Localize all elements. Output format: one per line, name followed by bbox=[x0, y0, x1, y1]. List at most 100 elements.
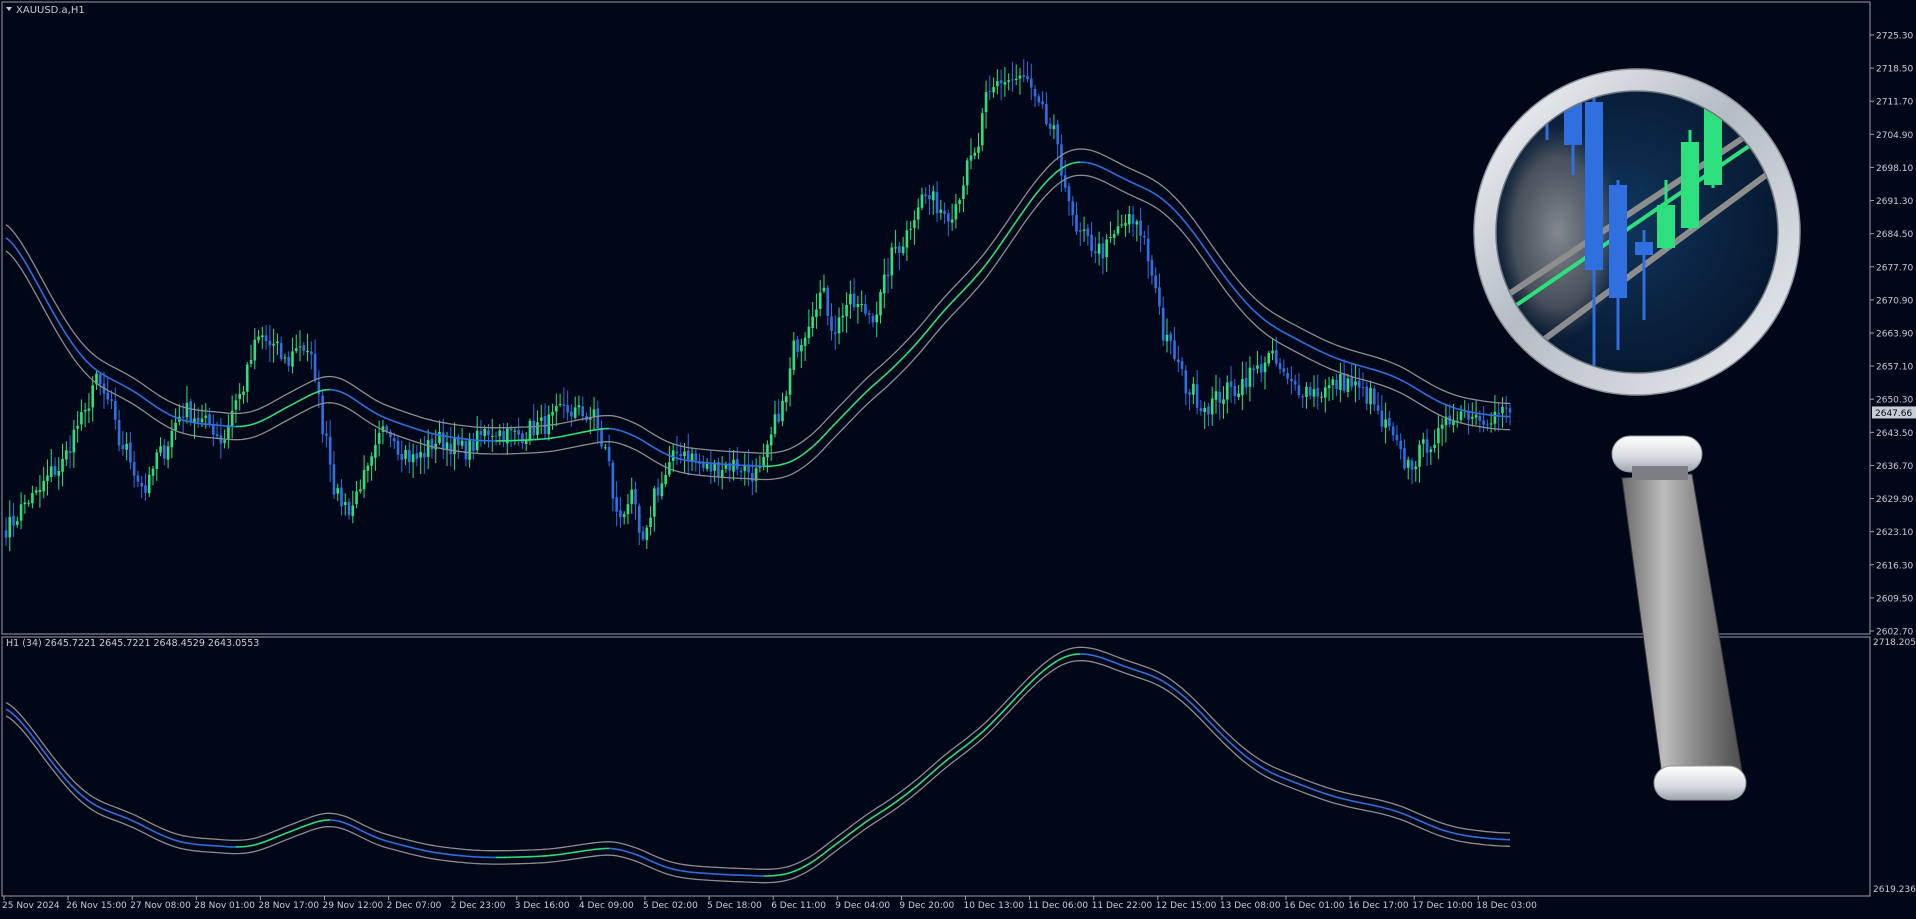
candle-body bbox=[615, 497, 618, 511]
indicator-mid-segment bbox=[579, 851, 583, 852]
band-mid-segment bbox=[1386, 374, 1390, 375]
indicator-mid-segment bbox=[29, 731, 33, 736]
candle-body bbox=[397, 441, 400, 455]
x-tick-label: 11 Dec 22:00 bbox=[1092, 901, 1153, 911]
band-mid-segment bbox=[70, 340, 74, 345]
candle-body bbox=[491, 436, 494, 437]
x-tick-label: 5 Dec 18:00 bbox=[707, 901, 762, 911]
indicator-mid-segment bbox=[364, 832, 368, 834]
indicator-mid-segment bbox=[801, 866, 805, 868]
candle-body bbox=[88, 408, 91, 410]
candle-body bbox=[1347, 379, 1350, 392]
y-tick-label: 2629.90 bbox=[1876, 495, 1913, 505]
candle-body bbox=[348, 502, 351, 515]
x-tick-label: 28 Nov 17:00 bbox=[258, 901, 319, 911]
chart-menu-triangle-icon[interactable] bbox=[6, 7, 12, 11]
candle-body bbox=[416, 453, 419, 459]
x-tick-label: 17 Dec 10:00 bbox=[1412, 901, 1473, 911]
indicator-mid-segment bbox=[1276, 775, 1280, 777]
candle-body bbox=[785, 396, 788, 402]
x-tick-label: 29 Nov 12:00 bbox=[323, 901, 384, 911]
candle-body bbox=[351, 506, 354, 516]
candle-body bbox=[280, 343, 283, 359]
band-mid-segment bbox=[153, 405, 157, 408]
price-chart[interactable]: 2725.302718.502711.702704.902698.102691.… bbox=[0, 0, 1916, 915]
band-mid-segment bbox=[586, 431, 590, 432]
indicator-mid-segment bbox=[982, 729, 986, 732]
magnifier-handle bbox=[1612, 436, 1746, 800]
candle-body bbox=[1222, 399, 1225, 404]
indicator-mid-segment bbox=[59, 771, 63, 776]
candle-body bbox=[642, 531, 645, 539]
candle-body bbox=[1094, 251, 1097, 253]
indicator-mid-segment bbox=[1141, 672, 1145, 673]
indicator-mid-segment bbox=[790, 871, 794, 872]
candle-body bbox=[800, 345, 803, 351]
candle-body bbox=[1124, 223, 1127, 226]
indicator-mid-segment bbox=[119, 815, 123, 816]
candle-body bbox=[325, 434, 328, 436]
indicator-upper-line bbox=[6, 647, 1510, 869]
band-mid-segment bbox=[1152, 192, 1156, 194]
candle-body bbox=[1136, 221, 1139, 224]
indicator-mid-segment bbox=[1427, 824, 1431, 826]
candle-body bbox=[1154, 275, 1157, 288]
indicator-mid-segment bbox=[176, 840, 180, 841]
band-mid-segment bbox=[387, 419, 391, 420]
y-tick-label: 2718.50 bbox=[1876, 65, 1913, 75]
candle-body bbox=[299, 346, 302, 347]
candle-body bbox=[1316, 388, 1319, 396]
indicator-mid-segment bbox=[6, 709, 10, 711]
indicator-mid-segment bbox=[865, 820, 869, 823]
indicator-mid-segment bbox=[654, 862, 658, 864]
candle-body bbox=[1173, 340, 1176, 359]
candle-body bbox=[600, 428, 603, 446]
candle-body bbox=[171, 431, 174, 447]
indicator-mid-segment bbox=[873, 815, 877, 817]
candle-body bbox=[423, 453, 426, 458]
indicator-mid-segment bbox=[948, 756, 952, 759]
band-mid-segment bbox=[617, 430, 621, 431]
indicator-mid-segment bbox=[1291, 781, 1295, 782]
indicator-mid-segment bbox=[666, 867, 670, 868]
candle-body bbox=[1320, 397, 1323, 398]
chart-title[interactable]: XAUUSD.a,H1 bbox=[16, 5, 85, 16]
indicator-mid-segment bbox=[1310, 788, 1314, 789]
band-mid-segment bbox=[997, 244, 1001, 249]
band-mid-segment bbox=[1367, 368, 1371, 369]
band-mid-segment bbox=[1461, 410, 1465, 411]
candle-body bbox=[1071, 201, 1074, 215]
indicator-mid-segment bbox=[409, 847, 413, 848]
indicator-mid-segment bbox=[360, 830, 364, 832]
indicator-mid-segment bbox=[1242, 754, 1246, 757]
indicator-mid-segment bbox=[1114, 662, 1118, 663]
candle-body bbox=[1211, 398, 1214, 414]
candle-body bbox=[137, 475, 140, 481]
x-tick-label: 11 Dec 06:00 bbox=[1028, 901, 1089, 911]
candle-body bbox=[468, 440, 471, 460]
indicator-mid-segment bbox=[387, 841, 391, 842]
band-mid-segment bbox=[926, 328, 930, 333]
indicator-mid-segment bbox=[847, 833, 851, 836]
band-mid-segment bbox=[1054, 171, 1058, 174]
indicator-mid-segment bbox=[1152, 676, 1156, 678]
candle-body bbox=[1354, 382, 1357, 386]
band-mid-segment bbox=[44, 295, 48, 302]
candle-body bbox=[5, 530, 8, 537]
band-mid-segment bbox=[93, 367, 97, 370]
band-mid-segment bbox=[1288, 334, 1292, 336]
band-mid-segment bbox=[914, 341, 918, 345]
candle-body bbox=[1494, 412, 1497, 424]
candle-body bbox=[1132, 215, 1135, 224]
band-mid-segment bbox=[379, 415, 383, 417]
candle-body bbox=[744, 466, 747, 471]
indicator-mid-segment bbox=[869, 817, 873, 819]
candle-body bbox=[913, 220, 916, 228]
chart-window[interactable]: 2725.302718.502711.702704.902698.102691.… bbox=[0, 0, 1916, 915]
band-mid-segment bbox=[1065, 164, 1069, 166]
band-mid-segment bbox=[266, 417, 270, 419]
band-mid-segment bbox=[564, 435, 568, 436]
band-mid-segment bbox=[620, 431, 624, 432]
band-mid-segment bbox=[688, 461, 692, 462]
band-mid-segment bbox=[247, 425, 251, 426]
